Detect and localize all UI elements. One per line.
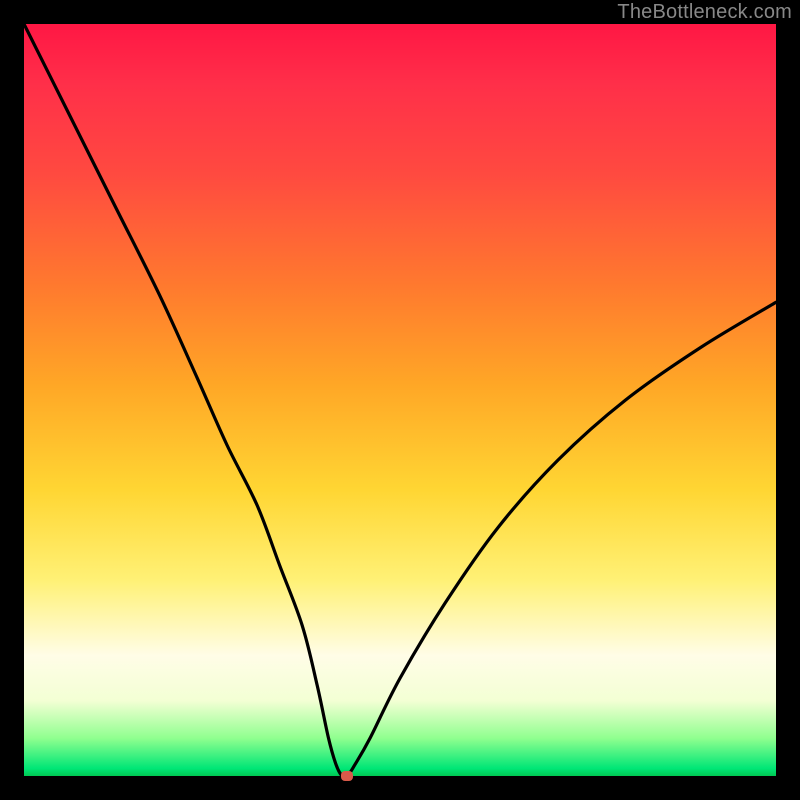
bottleneck-curve: [24, 24, 776, 776]
minimum-marker: [341, 771, 353, 781]
plot-area: [24, 24, 776, 776]
curve-svg: [24, 24, 776, 776]
chart-frame: TheBottleneck.com: [0, 0, 800, 800]
watermark-text: TheBottleneck.com: [617, 1, 792, 24]
